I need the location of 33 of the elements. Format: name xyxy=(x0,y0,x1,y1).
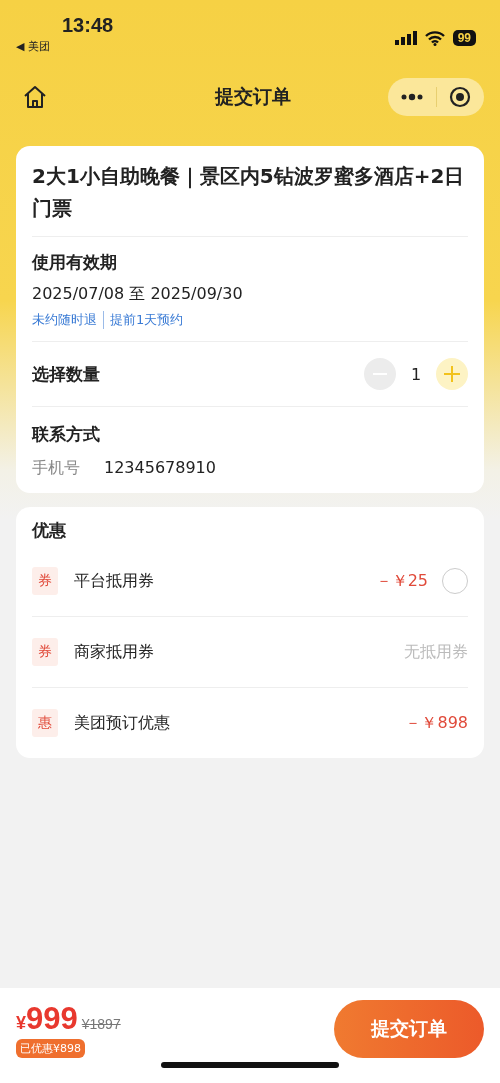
wifi-icon xyxy=(424,30,445,46)
discount-note: 无抵用券 xyxy=(404,641,468,663)
coupon-badge: 券 xyxy=(32,567,58,595)
section-heading: 使用有效期 xyxy=(32,251,118,274)
original-price: ¥1897 xyxy=(81,1015,121,1032)
section-heading: 优惠 xyxy=(32,519,67,542)
discount-name: 美团预订优惠 xyxy=(74,712,171,734)
currency-symbol: ¥ xyxy=(16,1012,26,1034)
section-heading: 选择数量 xyxy=(32,362,100,386)
page-title: 提交订单 xyxy=(215,84,291,109)
policy-tag: 提前1天预约 xyxy=(103,311,184,329)
savings-badge: 已优惠¥898 xyxy=(16,1038,85,1058)
validity-dates: 2025/07/08 至 2025/09/30 xyxy=(32,284,244,305)
plus-icon xyxy=(444,366,460,382)
total-price: 999 xyxy=(26,1000,78,1037)
discount-name: 平台抵用券 xyxy=(74,570,155,592)
discount-amount: －￥25 xyxy=(375,570,428,592)
battery-icon: 99 xyxy=(452,30,476,46)
section-heading: 联系方式 xyxy=(32,423,101,446)
discount-amount: －￥898 xyxy=(405,712,468,734)
back-to-app-link[interactable]: ◀ 美团 xyxy=(16,39,50,54)
quantity-value: 1 xyxy=(410,364,422,384)
phone-number: 12345678910 xyxy=(104,458,216,479)
signal-icon xyxy=(394,31,417,45)
home-icon[interactable] xyxy=(22,84,48,110)
policy-tag: 未约随时退 xyxy=(32,311,97,329)
coupon-badge: 惠 xyxy=(32,709,58,737)
field-label: 手机号 xyxy=(32,458,80,479)
coupon-badge: 券 xyxy=(32,638,58,666)
more-icon[interactable] xyxy=(399,93,424,101)
product-title: 2大1小自助晚餐｜景区内5钻波罗蜜多酒店+2日门票 xyxy=(32,146,468,237)
discount-name: 商家抵用券 xyxy=(74,641,155,663)
clock-time: 13:48 xyxy=(62,14,114,37)
